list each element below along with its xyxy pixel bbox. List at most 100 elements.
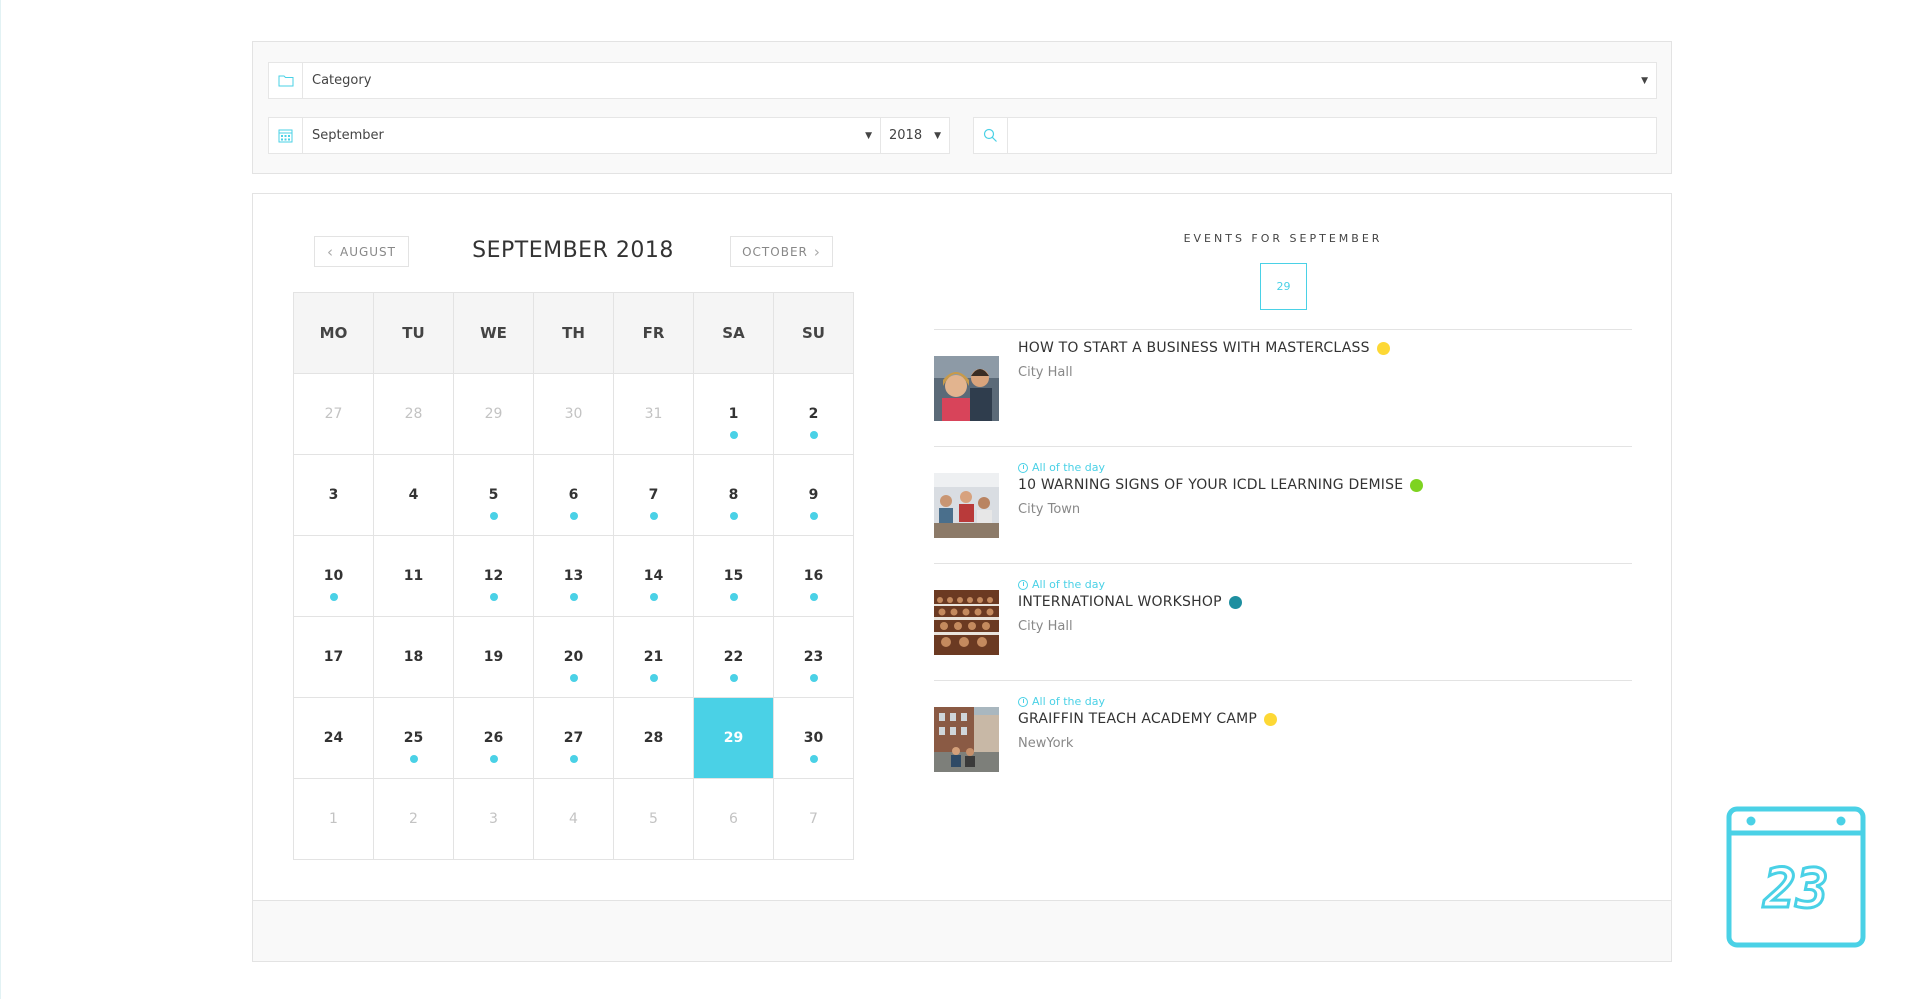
event-title-text[interactable]: HOW TO START A BUSINESS WITH MASTERCLASS xyxy=(1018,340,1370,356)
event-venue: City Hall xyxy=(1018,365,1073,380)
search-field[interactable] xyxy=(973,117,1657,154)
event-list-item[interactable]: All of the day INTERNATIONAL WORKSHOP City… xyxy=(934,564,1632,681)
calendar-week-row: 10 11 12 13 14 15 16 xyxy=(294,536,854,617)
weekday-header: TU xyxy=(374,293,454,374)
event-list-item[interactable]: All of the day GRAIFFIN TEACH ACADEMY CAM… xyxy=(934,681,1632,798)
calendar-day[interactable]: 9 xyxy=(774,455,854,536)
calendar-day-number: 23 xyxy=(803,649,824,665)
event-title[interactable]: INTERNATIONAL WORKSHOP xyxy=(1018,594,1242,610)
category-color-dot xyxy=(1264,712,1278,726)
calendar-day-number: 6 xyxy=(568,487,579,503)
event-indicator-dot xyxy=(570,755,578,763)
calendar-day[interactable]: 22 xyxy=(694,617,774,698)
calendar-day[interactable]: 17 xyxy=(294,617,374,698)
event-title-text[interactable]: 10 WARNING SIGNS OF YOUR ICDL LEARNING D… xyxy=(1018,477,1403,493)
panel-footer xyxy=(253,900,1671,961)
prev-month-button[interactable]: ‹ AUGUST xyxy=(314,236,409,267)
calendar-day[interactable]: 29 xyxy=(454,374,534,455)
calendar-day-number: 3 xyxy=(328,487,339,503)
calendar-day[interactable]: 7 xyxy=(614,455,694,536)
category-select[interactable]: Category ▼ xyxy=(268,62,1657,99)
calendar-day[interactable]: 13 xyxy=(534,536,614,617)
calendar-grid: MO TU WE TH FR SA SU 27 28 29 30 31 1 2 3 4 5 6 7 8 9… xyxy=(293,292,854,860)
calendar-day[interactable]: 15 xyxy=(694,536,774,617)
calendar-day[interactable]: 25 xyxy=(374,698,454,779)
event-thumbnail[interactable] xyxy=(934,590,999,655)
calendar-day[interactable]: 16 xyxy=(774,536,854,617)
calendar-day[interactable]: 27 xyxy=(534,698,614,779)
calendar-week-row: 17 18 19 20 21 22 23 xyxy=(294,617,854,698)
calendar-day[interactable]: 19 xyxy=(454,617,534,698)
calendar-day[interactable]: 4 xyxy=(374,455,454,536)
event-indicator-dot xyxy=(490,755,498,763)
calendar-day-number: 19 xyxy=(483,649,504,665)
calendar-day[interactable]: 23 xyxy=(774,617,854,698)
calendar-day[interactable]: 31 xyxy=(614,374,694,455)
calendar-day[interactable]: 12 xyxy=(454,536,534,617)
month-select[interactable]: September ▼ xyxy=(268,117,881,154)
calendar-day[interactable]: 1 xyxy=(294,779,374,860)
prev-month-label: AUGUST xyxy=(339,244,397,259)
selected-day-badge[interactable]: 29 xyxy=(1260,263,1307,310)
calendar-day-number: 7 xyxy=(809,811,818,827)
calendar-day[interactable]: 18 xyxy=(374,617,454,698)
weekday-header: SA xyxy=(694,293,774,374)
calendar-day[interactable]: 26 xyxy=(454,698,534,779)
calendar-day[interactable]: 20 xyxy=(534,617,614,698)
calendar-day-number: 30 xyxy=(564,406,583,422)
calendar-day-number: 9 xyxy=(808,487,819,503)
calendar-day[interactable]: 30 xyxy=(534,374,614,455)
calendar-day[interactable]: 3 xyxy=(454,779,534,860)
calendar-day[interactable]: 30 xyxy=(774,698,854,779)
event-indicator-dot xyxy=(490,512,498,520)
calendar-day-selected[interactable]: 29 xyxy=(694,698,774,779)
calendar-day[interactable]: 4 xyxy=(534,779,614,860)
calendar-day-number: 28 xyxy=(643,730,664,746)
calendar-day[interactable]: 3 xyxy=(294,455,374,536)
event-title[interactable]: HOW TO START A BUSINESS WITH MASTERCLASS xyxy=(1018,340,1390,356)
search-icon xyxy=(974,118,1008,153)
category-color-dot xyxy=(1376,341,1390,355)
calendar-day[interactable]: 28 xyxy=(614,698,694,779)
event-title-text[interactable]: GRAIFFIN TEACH ACADEMY CAMP xyxy=(1018,711,1257,727)
calendar-day-number: 28 xyxy=(404,406,423,422)
calendar-day[interactable]: 14 xyxy=(614,536,694,617)
calendar-day[interactable]: 10 xyxy=(294,536,374,617)
weekday-header: FR xyxy=(614,293,694,374)
calendar-day[interactable]: 6 xyxy=(694,779,774,860)
next-month-button[interactable]: OCTOBER › xyxy=(730,236,833,267)
event-thumbnail[interactable] xyxy=(934,707,999,772)
event-thumbnail[interactable] xyxy=(934,473,999,538)
calendar-23-icon[interactable]: 23 xyxy=(1726,806,1866,948)
event-details: HOW TO START A BUSINESS WITH MASTERCLASS… xyxy=(1018,330,1632,446)
event-title-text[interactable]: INTERNATIONAL WORKSHOP xyxy=(1018,594,1222,610)
calendar-day[interactable]: 11 xyxy=(374,536,454,617)
calendar-day[interactable]: 2 xyxy=(774,374,854,455)
calendar-day-number: 10 xyxy=(323,568,344,584)
event-list-item[interactable]: HOW TO START A BUSINESS WITH MASTERCLASS… xyxy=(934,330,1632,447)
calendar-day[interactable]: 24 xyxy=(294,698,374,779)
calendar-day[interactable]: 8 xyxy=(694,455,774,536)
calendar-panel: ‹ AUGUST SEPTEMBER 2018 OCTOBER › MO TU … xyxy=(252,193,1672,962)
calendar-week-row: 1 2 3 4 5 6 7 xyxy=(294,779,854,860)
calendar-day[interactable]: 5 xyxy=(454,455,534,536)
calendar-day[interactable]: 1 xyxy=(694,374,774,455)
calendar-day-number: 14 xyxy=(643,568,664,584)
calendar-day-number: 29 xyxy=(723,730,744,746)
calendar-day[interactable]: 2 xyxy=(374,779,454,860)
calendar-day[interactable]: 27 xyxy=(294,374,374,455)
calendar-day-number: 17 xyxy=(323,649,344,665)
event-list-item[interactable]: All of the day 10 WARNING SIGNS OF YOUR I… xyxy=(934,447,1632,564)
event-title[interactable]: 10 WARNING SIGNS OF YOUR ICDL LEARNING D… xyxy=(1018,477,1424,493)
event-title[interactable]: GRAIFFIN TEACH ACADEMY CAMP xyxy=(1018,711,1278,727)
year-select[interactable]: 2018 ▼ xyxy=(880,117,950,154)
calendar-day[interactable]: 5 xyxy=(614,779,694,860)
calendar-day[interactable]: 28 xyxy=(374,374,454,455)
event-thumbnail[interactable] xyxy=(934,356,999,421)
calendar-day[interactable]: 21 xyxy=(614,617,694,698)
event-indicator-dot xyxy=(810,593,818,601)
event-details: All of the day GRAIFFIN TEACH ACADEMY CAM… xyxy=(1018,681,1632,798)
calendar-day[interactable]: 7 xyxy=(774,779,854,860)
event-time: All of the day xyxy=(1018,695,1105,708)
calendar-day[interactable]: 6 xyxy=(534,455,614,536)
